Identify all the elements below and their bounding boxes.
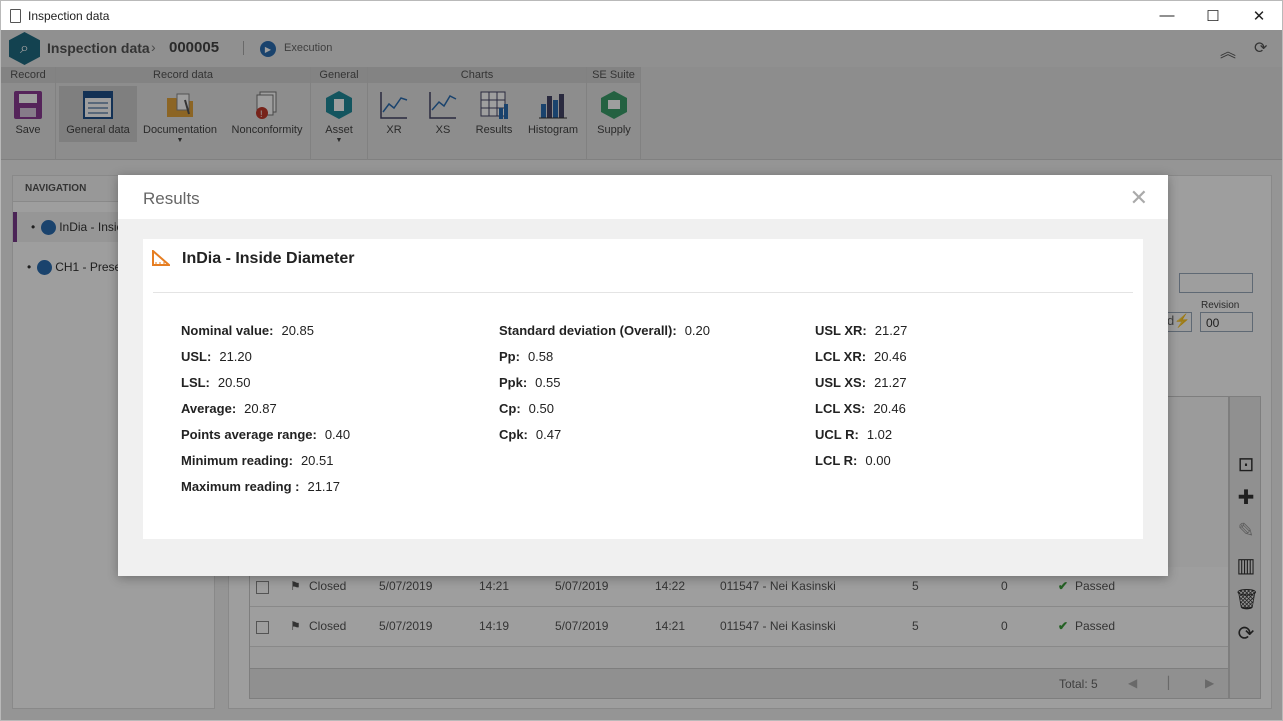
field-value: 20.85 bbox=[281, 323, 315, 338]
field-value: 21.17 bbox=[307, 479, 341, 494]
field-value: 21.27 bbox=[874, 323, 908, 338]
pp-field: Pp: 0.58 bbox=[499, 349, 553, 364]
field-label: LSL: bbox=[181, 375, 210, 390]
points-average-range-field: Points average range: 0.40 bbox=[181, 427, 350, 442]
lsl-field: LSL: 20.50 bbox=[181, 375, 250, 390]
field-label: Cpk: bbox=[499, 427, 528, 442]
lcl-xs-field: LCL XS: 20.46 bbox=[815, 401, 906, 416]
field-value: 21.20 bbox=[219, 349, 252, 364]
field-label: LCL R: bbox=[815, 453, 858, 468]
dialog-header: Results ✕ bbox=[118, 175, 1168, 219]
usl-field: USL: 21.20 bbox=[181, 349, 252, 364]
cpk-field: Cpk: 0.47 bbox=[499, 427, 561, 442]
close-icon[interactable]: ✕ bbox=[1130, 185, 1148, 211]
std-deviation-field: Standard deviation (Overall): 0.20 bbox=[499, 323, 710, 338]
field-value: 0.50 bbox=[528, 401, 554, 416]
divider bbox=[153, 292, 1133, 293]
field-label: LCL XR: bbox=[815, 349, 867, 364]
field-label: Pp: bbox=[499, 349, 520, 364]
window-title: Inspection data bbox=[28, 8, 110, 23]
dialog-title: Results bbox=[143, 189, 200, 208]
results-card: InDia - Inside Diameter Nominal value: 20… bbox=[143, 239, 1143, 539]
field-value: 20.51 bbox=[300, 453, 334, 468]
field-label: Nominal value: bbox=[181, 323, 274, 338]
ucl-r-field: UCL R: 1.02 bbox=[815, 427, 892, 442]
field-value: 1.02 bbox=[866, 427, 893, 442]
lcl-r-field: LCL R: 0.00 bbox=[815, 453, 891, 468]
field-value: 20.46 bbox=[874, 349, 907, 364]
usl-xr-field: USL XR: 21.27 bbox=[815, 323, 907, 338]
field-value: 20.87 bbox=[244, 401, 277, 416]
field-label: Maximum reading : bbox=[181, 479, 300, 494]
usl-xs-field: USL XS: 21.27 bbox=[815, 375, 907, 390]
average-field: Average: 20.87 bbox=[181, 401, 277, 416]
ruler-icon bbox=[152, 248, 172, 266]
results-dialog: Results ✕ InDia - Inside Diameter Nomina… bbox=[118, 175, 1168, 576]
maximize-button[interactable]: ☐ bbox=[1190, 1, 1236, 30]
field-value: 0.00 bbox=[865, 453, 891, 468]
field-value: 0.40 bbox=[324, 427, 351, 442]
characteristic-title: InDia - Inside Diameter bbox=[182, 250, 355, 267]
field-label: USL: bbox=[181, 349, 212, 364]
ppk-field: Ppk: 0.55 bbox=[499, 375, 560, 390]
field-value: 0.20 bbox=[684, 323, 711, 338]
field-label: USL XR: bbox=[815, 323, 867, 338]
document-icon bbox=[10, 8, 21, 23]
field-label: Minimum reading: bbox=[181, 453, 293, 468]
field-label: Standard deviation (Overall): bbox=[499, 323, 677, 338]
nominal-value-field: Nominal value: 20.85 bbox=[181, 323, 314, 338]
field-label: Average: bbox=[181, 401, 237, 416]
field-value: 20.46 bbox=[873, 401, 906, 416]
title-bar: Inspection data — ☐ ✕ bbox=[1, 1, 1282, 30]
field-value: 0.47 bbox=[535, 427, 562, 442]
field-value: 21.27 bbox=[874, 375, 907, 390]
minimize-button[interactable]: — bbox=[1144, 1, 1190, 30]
field-label: Points average range: bbox=[181, 427, 317, 442]
field-value: 20.50 bbox=[217, 375, 251, 390]
maximum-reading-field: Maximum reading : 21.17 bbox=[181, 479, 340, 494]
field-label: LCL XS: bbox=[815, 401, 866, 416]
field-value: 0.58 bbox=[527, 349, 554, 364]
field-label: UCL R: bbox=[815, 427, 859, 442]
field-label: USL XS: bbox=[815, 375, 867, 390]
field-label: Ppk: bbox=[499, 375, 528, 390]
app-window: Inspection data — ☐ ✕ ⌕ Inspection data … bbox=[0, 0, 1283, 721]
field-value: 0.55 bbox=[535, 375, 561, 390]
minimum-reading-field: Minimum reading: 20.51 bbox=[181, 453, 334, 468]
lcl-xr-field: LCL XR: 20.46 bbox=[815, 349, 907, 364]
cp-field: Cp: 0.50 bbox=[499, 401, 554, 416]
close-window-button[interactable]: ✕ bbox=[1236, 1, 1282, 30]
field-label: Cp: bbox=[499, 401, 521, 416]
